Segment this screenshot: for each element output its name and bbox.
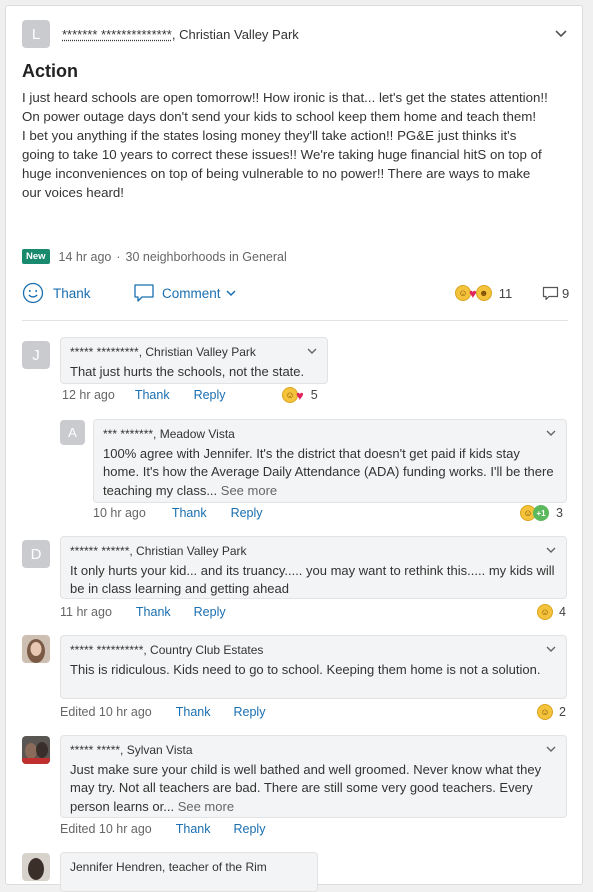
post-body: I just heard schools are open tomorrow!!… xyxy=(22,89,552,202)
post-paragraph: On power outage days don't send your kid… xyxy=(22,108,537,124)
post-actions: Thank Comment ☺ ♥ ☻ 11 9 xyxy=(22,282,572,306)
comment-time[interactable]: 10 hr ago xyxy=(93,506,146,520)
comment-time[interactable]: 12 hr ago xyxy=(62,388,115,402)
profile-photo xyxy=(22,853,50,881)
comment-text: Just make sure your child is well bathed… xyxy=(70,761,542,814)
comment-author[interactable]: ***** *****, Sylvan Vista xyxy=(70,741,557,760)
post-meta: New 14 hr ago · 30 neighborhoods in Gene… xyxy=(22,249,287,264)
comment-count-icon xyxy=(542,286,559,301)
comment-bubble: ****** ******, Christian Valley Park It … xyxy=(60,536,567,599)
thank-button[interactable]: Thank xyxy=(22,282,91,304)
comment-meta: 12 hr ago Thank Reply xyxy=(62,388,226,402)
comment-avatar[interactable]: A xyxy=(60,420,85,445)
comment-reaction-count: 3 xyxy=(556,506,563,520)
chevron-down-icon[interactable] xyxy=(545,643,557,655)
comment-reply-button[interactable]: Reply xyxy=(194,388,226,402)
heart-emoji-icon: ♥ xyxy=(296,387,304,403)
meta-separator: · xyxy=(116,249,121,264)
comment-meta: Edited 10 hr ago Thank Reply xyxy=(60,822,265,836)
comment-reaction-count: 2 xyxy=(559,705,566,719)
profile-photo xyxy=(22,736,50,764)
smile-icon xyxy=(22,282,44,304)
comment-avatar[interactable]: J xyxy=(22,341,50,369)
comment-meta: Edited 10 hr ago Thank Reply xyxy=(60,705,265,719)
smile-emoji-icon: ☺ xyxy=(537,604,553,620)
author-location: , Christian Valley Park xyxy=(171,27,299,42)
comment-text-wrap: Just make sure your child is well bathed… xyxy=(70,761,557,817)
comment-icon xyxy=(134,284,154,302)
post-title: Action xyxy=(22,61,78,81)
see-more-link[interactable]: See more xyxy=(221,483,277,498)
chevron-down-icon[interactable] xyxy=(545,427,557,439)
divider xyxy=(22,320,568,321)
comment-label: Comment xyxy=(162,285,221,301)
post-audience[interactable]: 30 neighborhoods in General xyxy=(126,250,287,264)
comment-time[interactable]: 11 hr ago xyxy=(60,605,112,619)
comment-avatar-photo[interactable] xyxy=(22,736,50,764)
comment-author[interactable]: ***** **********, Country Club Estates xyxy=(70,641,557,660)
comment-text: It only hurts your kid... and its truanc… xyxy=(70,562,555,597)
post-header: L ******* **************, Christian Vall… xyxy=(22,20,568,48)
comment-text: 100% agree with Jennifer. It's the distr… xyxy=(103,445,554,498)
profile-photo xyxy=(22,635,50,663)
comment-reactions[interactable]: ☺ 2 xyxy=(537,704,566,720)
new-badge: New xyxy=(22,249,50,264)
comment-meta: 11 hr ago Thank Reply xyxy=(60,605,226,619)
chevron-down-icon[interactable] xyxy=(306,345,318,357)
plus-one-icon: +1 xyxy=(533,505,549,521)
author-name[interactable]: ******* ************** xyxy=(62,27,172,42)
comment-text-wrap: 100% agree with Jennifer. It's the distr… xyxy=(103,445,557,501)
comment-avatar[interactable]: D xyxy=(22,540,50,568)
comment-thank-button[interactable]: Thank xyxy=(176,705,211,719)
reaction-count: 11 xyxy=(498,285,513,301)
thank-label: Thank xyxy=(53,285,91,301)
comment-thank-button[interactable]: Thank xyxy=(172,506,207,520)
comment-reactions[interactable]: ☺ +1 3 xyxy=(520,505,563,521)
comment-avatar-photo[interactable] xyxy=(22,853,50,881)
comment-reaction-count: 4 xyxy=(559,605,566,619)
comment-time[interactable]: Edited 10 hr ago xyxy=(60,822,152,836)
comment-count-indicator[interactable]: 9 xyxy=(542,285,569,302)
comment-reactions[interactable]: ☺ 4 xyxy=(537,604,566,620)
comment-bubble: ***** *********, Christian Valley Park T… xyxy=(60,337,328,384)
comment-reply-button[interactable]: Reply xyxy=(231,506,263,520)
comment-bubble: *** *******, Meadow Vista 100% agree wit… xyxy=(93,419,567,503)
comment-author[interactable]: ***** *********, Christian Valley Park xyxy=(70,343,318,362)
post-paragraph: I bet you anything if the states losing … xyxy=(22,127,542,200)
comment-reaction-count: 5 xyxy=(310,388,318,402)
comment-reply-button[interactable]: Reply xyxy=(194,605,226,619)
see-more-link[interactable]: See more xyxy=(178,799,234,814)
comment-avatar-photo[interactable] xyxy=(22,635,50,663)
author-line: ******* **************, Christian Valley… xyxy=(62,27,299,42)
comment-thank-button[interactable]: Thank xyxy=(136,605,171,619)
comment-reply-button[interactable]: Reply xyxy=(234,705,266,719)
post-paragraph: I just heard schools are open tomorrow!!… xyxy=(22,90,548,105)
post-time[interactable]: 14 hr ago xyxy=(59,250,112,264)
comment-button[interactable]: Comment xyxy=(133,282,237,304)
comment-bubble: ***** *****, Sylvan Vista Just make sure… xyxy=(60,735,567,818)
comment-meta: 10 hr ago Thank Reply xyxy=(93,506,263,520)
comment-reactions[interactable]: ☺ ♥ 5 xyxy=(282,387,318,403)
chevron-down-icon xyxy=(225,290,236,297)
comment-text: This is ridiculous. Kids need to go to s… xyxy=(70,661,541,677)
comment-reply-button[interactable]: Reply xyxy=(234,822,266,836)
comment-author[interactable]: *** *******, Meadow Vista xyxy=(103,425,557,444)
laugh-emoji-icon: ☻ xyxy=(475,285,492,301)
smile-emoji-icon: ☺ xyxy=(537,704,553,720)
post-card: L ******* **************, Christian Vall… xyxy=(5,5,583,892)
comment-thank-button[interactable]: Thank xyxy=(135,388,170,402)
comment-time[interactable]: Edited 10 hr ago xyxy=(60,705,152,719)
comment-bubble: Jennifer Hendren, teacher of the Rim xyxy=(60,852,318,892)
comment-author[interactable]: Jennifer Hendren, teacher of the Rim xyxy=(70,858,308,877)
comment-text: That just hurts the schools, not the sta… xyxy=(70,363,305,379)
chevron-down-icon[interactable] xyxy=(545,544,557,556)
comment-count: 9 xyxy=(562,286,570,301)
chevron-down-icon[interactable] xyxy=(554,27,568,41)
author-avatar[interactable]: L xyxy=(22,20,50,48)
comment-bubble: ***** **********, Country Club Estates T… xyxy=(60,635,567,699)
comment-thank-button[interactable]: Thank xyxy=(176,822,211,836)
chevron-down-icon[interactable] xyxy=(545,743,557,755)
comment-author[interactable]: ****** ******, Christian Valley Park xyxy=(70,542,557,561)
post-reactions[interactable]: ☺ ♥ ☻ 11 xyxy=(455,285,512,301)
